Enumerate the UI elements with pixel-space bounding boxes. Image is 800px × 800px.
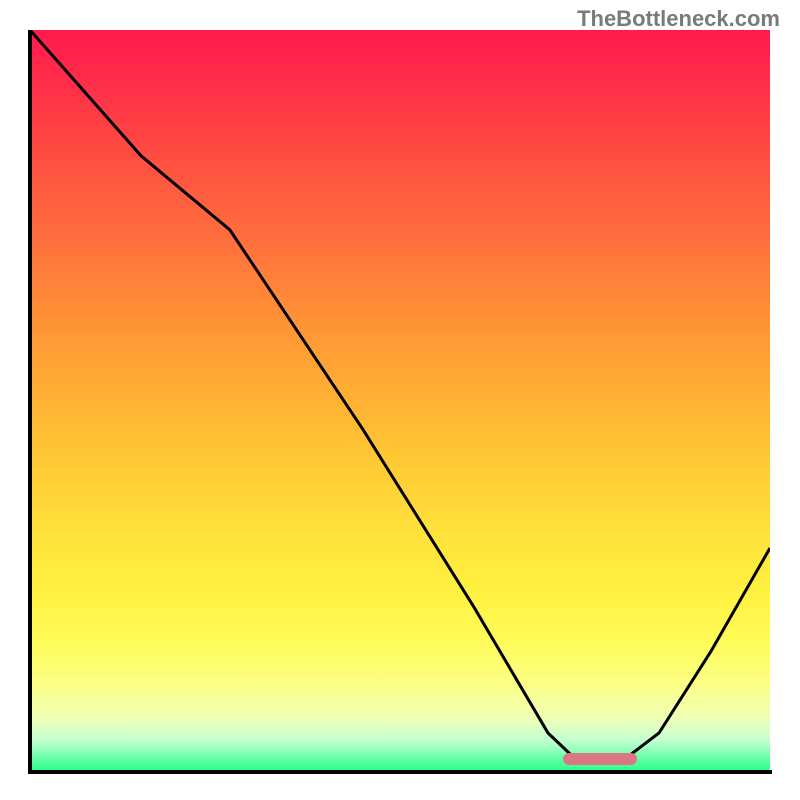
chart-container: TheBottleneck.com [0, 0, 800, 800]
y-axis [28, 30, 32, 774]
main-curve [30, 30, 770, 761]
x-axis [28, 770, 772, 774]
curve-svg [30, 30, 770, 770]
watermark-text: TheBottleneck.com [577, 6, 780, 32]
highlight-marker [563, 753, 637, 765]
